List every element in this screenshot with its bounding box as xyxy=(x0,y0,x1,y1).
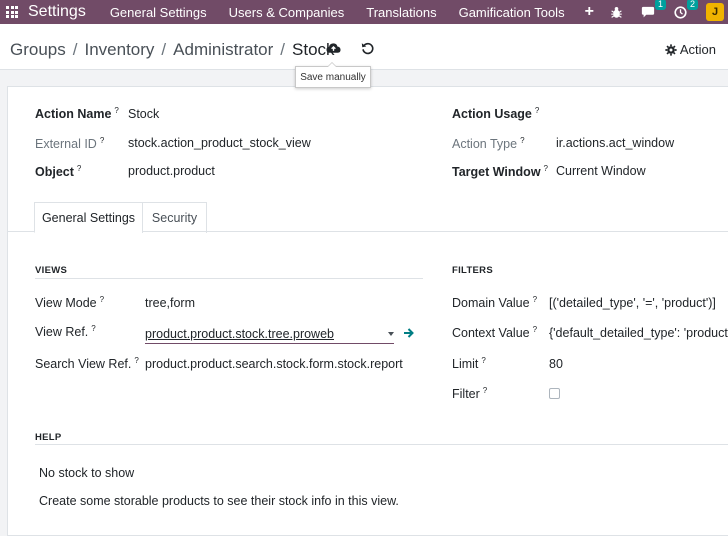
external-id-label: External ID? xyxy=(35,136,105,152)
breadcrumb: Groups / Inventory / Administrator / Sto… xyxy=(10,40,335,60)
domain-value-label: Domain Value? xyxy=(452,295,538,311)
menu-gamification-tools[interactable]: Gamification Tools xyxy=(459,5,565,20)
external-id-value: stock.action_product_stock_view xyxy=(128,136,311,150)
user-avatar[interactable]: J xyxy=(706,3,724,21)
target-window-label: Target Window? xyxy=(452,164,548,180)
view-ref-input[interactable]: product.product.stock.tree.proweb xyxy=(145,324,394,344)
filter-label: Filter? xyxy=(452,386,488,402)
object-value[interactable]: product.product xyxy=(128,164,215,178)
help-line-1[interactable]: No stock to show xyxy=(39,466,134,480)
discard-undo-icon[interactable] xyxy=(359,40,375,56)
action-name-value[interactable]: Stock xyxy=(128,107,159,121)
save-cloud-icon[interactable] xyxy=(325,40,341,56)
save-tooltip: Save manually xyxy=(295,62,371,88)
tab-general-settings[interactable]: General Settings xyxy=(34,202,143,233)
app-brand[interactable]: Settings xyxy=(28,3,86,21)
activity-clock-icon[interactable]: 2 xyxy=(668,0,698,24)
context-value-label: Context Value? xyxy=(452,325,538,341)
help-line-2[interactable]: Create some storable products to see the… xyxy=(39,494,399,508)
action-name-label: Action Name? xyxy=(35,106,119,122)
menu-translations[interactable]: Translations xyxy=(366,5,436,20)
action-label: Action xyxy=(679,42,716,57)
view-ref-label: View Ref.? xyxy=(35,324,96,340)
gear-icon xyxy=(665,43,677,56)
tab-security[interactable]: Security xyxy=(142,202,207,233)
limit-label: Limit? xyxy=(452,356,486,372)
search-view-ref-value[interactable]: product.product.search.stock.form.stock.… xyxy=(145,357,403,371)
messages-icon[interactable]: 1 xyxy=(636,0,666,24)
action-usage-label: Action Usage? xyxy=(452,106,540,122)
notebook-tabs: General Settings Security xyxy=(8,200,728,233)
help-divider xyxy=(35,444,728,445)
control-panel: Groups / Inventory / Administrator / Sto… xyxy=(0,24,728,70)
plus-icon[interactable]: + xyxy=(585,3,594,21)
action-type-value: ir.actions.act_window xyxy=(556,136,675,150)
bug-icon[interactable] xyxy=(604,0,628,24)
target-window-value[interactable]: Current Window xyxy=(556,164,646,178)
views-divider xyxy=(35,278,423,279)
domain-value-value[interactable]: [('detailed_type', '=', 'product')] xyxy=(549,296,716,310)
views-section-title: VIEWS xyxy=(35,265,68,276)
apps-menu-icon[interactable] xyxy=(0,0,24,24)
view-ref-internal-link-arrow-icon[interactable] xyxy=(403,327,415,339)
filters-section-title: FILTERS xyxy=(452,265,493,276)
object-label: Object? xyxy=(35,164,82,180)
menu-users-companies[interactable]: Users & Companies xyxy=(229,5,345,20)
view-mode-label: View Mode? xyxy=(35,295,105,311)
activity-badge: 2 xyxy=(686,0,698,10)
help-section-title: HELP xyxy=(35,432,62,443)
menu-general-settings[interactable]: General Settings xyxy=(110,5,207,20)
breadcrumb-groups[interactable]: Groups xyxy=(10,40,66,60)
view-ref-dropdown-caret-icon[interactable] xyxy=(388,332,394,336)
limit-value[interactable]: 80 xyxy=(549,357,563,371)
action-button[interactable]: Action xyxy=(665,42,716,57)
filter-checkbox[interactable] xyxy=(549,388,560,399)
top-navbar: Settings General Settings Users & Compan… xyxy=(0,0,728,24)
breadcrumb-inventory[interactable]: Inventory xyxy=(84,40,154,60)
breadcrumb-administrator[interactable]: Administrator xyxy=(173,40,273,60)
search-view-ref-label: Search View Ref.? xyxy=(35,356,139,372)
action-type-label: Action Type? xyxy=(452,136,525,152)
form-sheet: Action Name? Stock External ID? stock.ac… xyxy=(7,86,728,536)
context-value-value[interactable]: {'default_detailed_type': 'product'} xyxy=(549,326,728,340)
view-mode-value[interactable]: tree,form xyxy=(145,296,195,310)
messages-badge: 1 xyxy=(654,0,666,10)
